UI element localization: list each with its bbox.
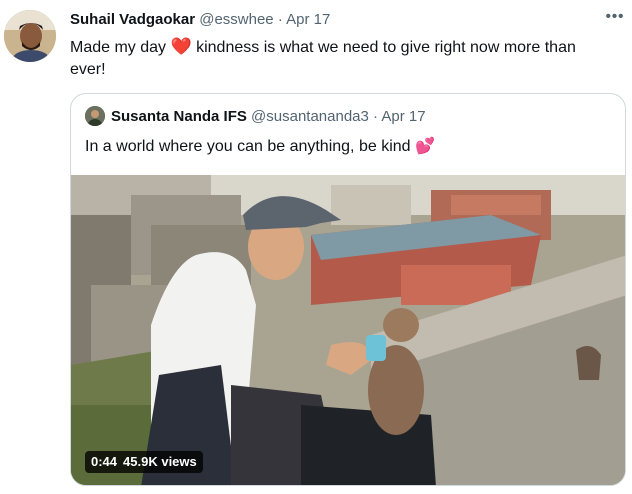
quoted-text: In a world where you can be anything, be… [85,136,435,158]
quoted-tweet[interactable]: Susanta Nanda IFS @susantananda3 · Apr 1… [70,93,626,486]
tweet-text: Made my day ❤️ kindness is what we need … [70,36,610,81]
quoted-text-body: In a world where you can be anything, be… [85,138,415,155]
tweet-header: Suhail Vadgaokar @esswhee · Apr 17 [70,11,330,28]
quoted-author-handle: @susantananda3 [251,108,369,125]
tweet-date[interactable]: Apr 17 [286,11,330,28]
video-stats-badge: 0:44 45.9K views [85,451,203,473]
tweet[interactable]: Suhail Vadgaokar @esswhee · Apr 17 ••• M… [0,0,632,494]
author-avatar[interactable] [4,10,56,62]
quoted-date: Apr 17 [381,108,426,125]
heart-emoji-icon: ❤️ [170,37,192,56]
video-player[interactable]: 0:44 45.9K views [71,175,625,485]
author-name[interactable]: Suhail Vadgaokar [70,11,195,28]
video-view-count: 45.9K views [123,454,197,469]
more-options-icon[interactable]: ••• [604,6,626,28]
quoted-separator: · [373,108,379,125]
author-handle[interactable]: @esswhee [199,11,273,28]
video-thumbnail [71,175,625,485]
quoted-author-avatar [85,106,105,126]
header-separator: · [277,11,283,28]
quoted-author-name: Susanta Nanda IFS [111,108,247,125]
quoted-header: Susanta Nanda IFS @susantananda3 · Apr 1… [111,108,426,125]
video-duration: 0:44 [91,454,118,469]
two-hearts-emoji-icon: 💕 [414,138,435,155]
tweet-text-start: Made my day [70,39,171,56]
